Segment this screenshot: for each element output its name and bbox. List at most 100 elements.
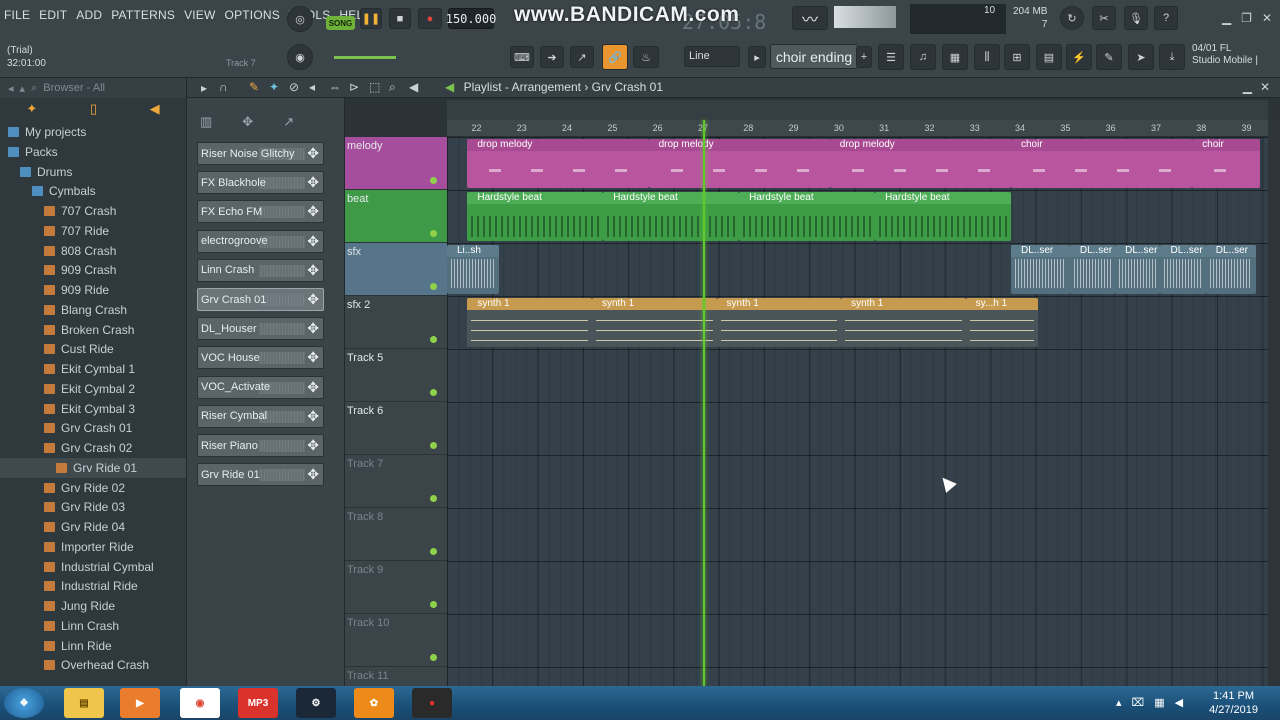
browser-file[interactable]: Grv Ride 01 <box>0 457 186 478</box>
slice-icon[interactable]: ⊳ <box>349 80 359 94</box>
channel-item[interactable]: DL_Houser ✥ <box>197 317 324 341</box>
step-edit-icon[interactable]: ➜ <box>540 46 564 68</box>
menu-patterns[interactable]: PATTERNS <box>111 8 175 22</box>
snap-icon[interactable]: ✥ <box>242 114 253 130</box>
playlist-clip[interactable]: drop melody <box>467 139 649 188</box>
song-mode-toggle[interactable]: SONG <box>326 16 355 30</box>
channel-drag-icon[interactable]: ✥ <box>307 466 319 483</box>
playback-icon[interactable]: ◀ <box>409 80 418 94</box>
track-header[interactable]: Track 8 <box>345 508 447 561</box>
browser-file[interactable]: Broken Crash <box>0 320 186 340</box>
mute-icon[interactable]: ◂ <box>309 80 315 94</box>
browser-speaker-icon[interactable]: ◀ <box>150 101 160 117</box>
playlist-clip[interactable]: Hardstyle beat <box>875 192 1011 241</box>
playlist-clip[interactable]: choir <box>1192 139 1261 188</box>
browser-file-icon[interactable]: ▯ <box>90 101 97 117</box>
track-mute-led[interactable] <box>430 548 437 555</box>
refresh-icon[interactable]: ↻ <box>1060 6 1084 30</box>
channel-item[interactable]: Linn Crash ✥ <box>197 258 324 282</box>
track-mute-led[interactable] <box>430 230 437 237</box>
channel-item[interactable]: FX Echo FM ✥ <box>197 200 324 224</box>
channel-drag-icon[interactable]: ✥ <box>307 320 319 337</box>
tray-arrow-icon[interactable]: ▴ <box>1116 696 1122 709</box>
browser-arrow-icon[interactable]: ◂ <box>8 82 14 95</box>
browser-file[interactable]: Ekit Cymbal 1 <box>0 359 186 379</box>
browser-file[interactable]: Importer Ride <box>0 537 186 557</box>
playlist-close-icon[interactable]: ✕ <box>1260 80 1270 94</box>
menu-view[interactable]: VIEW <box>184 8 215 22</box>
tools-icon[interactable]: ✎ <box>1096 44 1122 70</box>
browser-file[interactable]: Linn Ride <box>0 636 186 656</box>
browser-file[interactable]: Grv Crash 02 <box>0 438 186 458</box>
track-mute-led[interactable] <box>430 654 437 661</box>
minimize-icon[interactable]: ▁ <box>1222 11 1231 25</box>
channel-item[interactable]: Riser Noise Glitchy ✥ <box>197 142 324 165</box>
track-header[interactable]: sfx <box>345 243 447 296</box>
tray-usb-icon[interactable]: ⌧ <box>1132 696 1145 709</box>
cut-icon[interactable]: ✂ <box>1092 6 1116 30</box>
channel-drag-icon[interactable]: ✥ <box>307 437 319 454</box>
magnet-icon[interactable]: ∩ <box>219 80 228 94</box>
channel-drag-icon[interactable]: ✥ <box>307 233 319 250</box>
playhead[interactable] <box>702 120 705 686</box>
browser-add-icon[interactable]: ✦ <box>26 101 37 117</box>
chrome-icon[interactable]: ◉ <box>180 688 220 718</box>
channel-drag-icon[interactable]: ✥ <box>307 145 319 162</box>
tempo-display[interactable]: 150.000 <box>446 8 496 29</box>
playlist-clip[interactable]: DL..ser <box>1115 245 1161 294</box>
tray-volume-icon[interactable]: ◀ <box>1175 696 1183 709</box>
track-mute-led[interactable] <box>430 389 437 396</box>
track-header[interactable]: beat <box>345 190 447 243</box>
explorer-icon[interactable]: ▤ <box>64 688 104 718</box>
track-header[interactable]: Track 7 <box>345 455 447 508</box>
master-pitch-knob[interactable]: ◉ <box>287 44 313 70</box>
playlist-clip[interactable]: synth 1 <box>467 298 592 347</box>
track-header[interactable]: Track 9 <box>345 561 447 614</box>
channel-item[interactable]: Grv Crash 01 ✥ <box>197 288 324 311</box>
channel-rack-icon[interactable]: ▦ <box>942 44 968 70</box>
download-icon[interactable]: ⤓ <box>1159 44 1185 70</box>
channel-drag-icon[interactable]: ✥ <box>307 291 319 308</box>
start-button-icon[interactable]: ❖ <box>4 688 44 718</box>
playlist-clip[interactable]: DL..ser <box>1069 245 1116 294</box>
track-header[interactable]: sfx 2 <box>345 296 447 349</box>
close-icon[interactable]: ✕ <box>1262 11 1272 25</box>
typing-keyboard-icon[interactable]: ⌨ <box>510 46 534 68</box>
send-icon[interactable]: ➤ <box>1128 44 1154 70</box>
track-header[interactable]: Track 10 <box>345 614 447 667</box>
browser-search-icon[interactable]: ⌕ <box>31 82 37 95</box>
channel-drag-icon[interactable]: ✥ <box>307 203 319 220</box>
playlist-clip[interactable]: drop melody <box>648 139 830 188</box>
browser-collapse-icon[interactable]: ▴ <box>20 82 26 95</box>
link-icon[interactable]: 🔗 <box>602 44 628 70</box>
media-player-icon[interactable]: ▶ <box>120 688 160 718</box>
menu-add[interactable]: ADD <box>76 8 102 22</box>
browser-file[interactable]: Grv Ride 03 <box>0 497 186 517</box>
browser-file[interactable]: Industrial Ride <box>0 576 186 596</box>
select-icon[interactable]: ⬚ <box>369 80 380 94</box>
browser-file[interactable]: 707 Crash <box>0 201 186 221</box>
microphone-icon[interactable]: 🎙 <box>1124 6 1148 30</box>
record-icon[interactable]: ● <box>418 8 442 29</box>
playlist-clip[interactable]: Hardstyle beat <box>467 192 604 241</box>
fl-news-panel[interactable]: 04/01 FL Studio Mobile | <box>1192 43 1258 67</box>
track-mute-led[interactable] <box>430 283 437 290</box>
playlist-clip[interactable]: DL..ser <box>1205 245 1256 294</box>
channel-item[interactable]: FX Blackhole ✥ <box>197 171 324 195</box>
browser-file[interactable]: 909 Ride <box>0 280 186 300</box>
browser-folder[interactable]: My projects <box>0 122 186 142</box>
browser-file[interactable]: Industrial Cymbal <box>0 557 186 577</box>
mixer-icon[interactable]: ⫼ <box>974 44 1000 70</box>
browser-file[interactable]: Blang Crash <box>0 300 186 320</box>
project-icon[interactable]: ▤ <box>1036 44 1062 70</box>
tray-network-icon[interactable]: ▦ <box>1154 696 1164 709</box>
channel-drag-icon[interactable]: ✥ <box>307 408 319 425</box>
playlist-clip[interactable]: synth 1 <box>591 298 717 347</box>
delete-icon[interactable]: ⊘ <box>289 80 299 94</box>
steam-icon[interactable]: ⚙ <box>296 688 336 718</box>
browser-file[interactable]: Overhead Crash <box>0 655 186 675</box>
browser-folder[interactable]: Drums <box>0 162 186 182</box>
browser-file[interactable]: Ekit Cymbal 3 <box>0 399 186 419</box>
stop-icon[interactable]: ■ <box>389 8 411 29</box>
browser-file[interactable]: Ekit Cymbal 2 <box>0 379 186 399</box>
